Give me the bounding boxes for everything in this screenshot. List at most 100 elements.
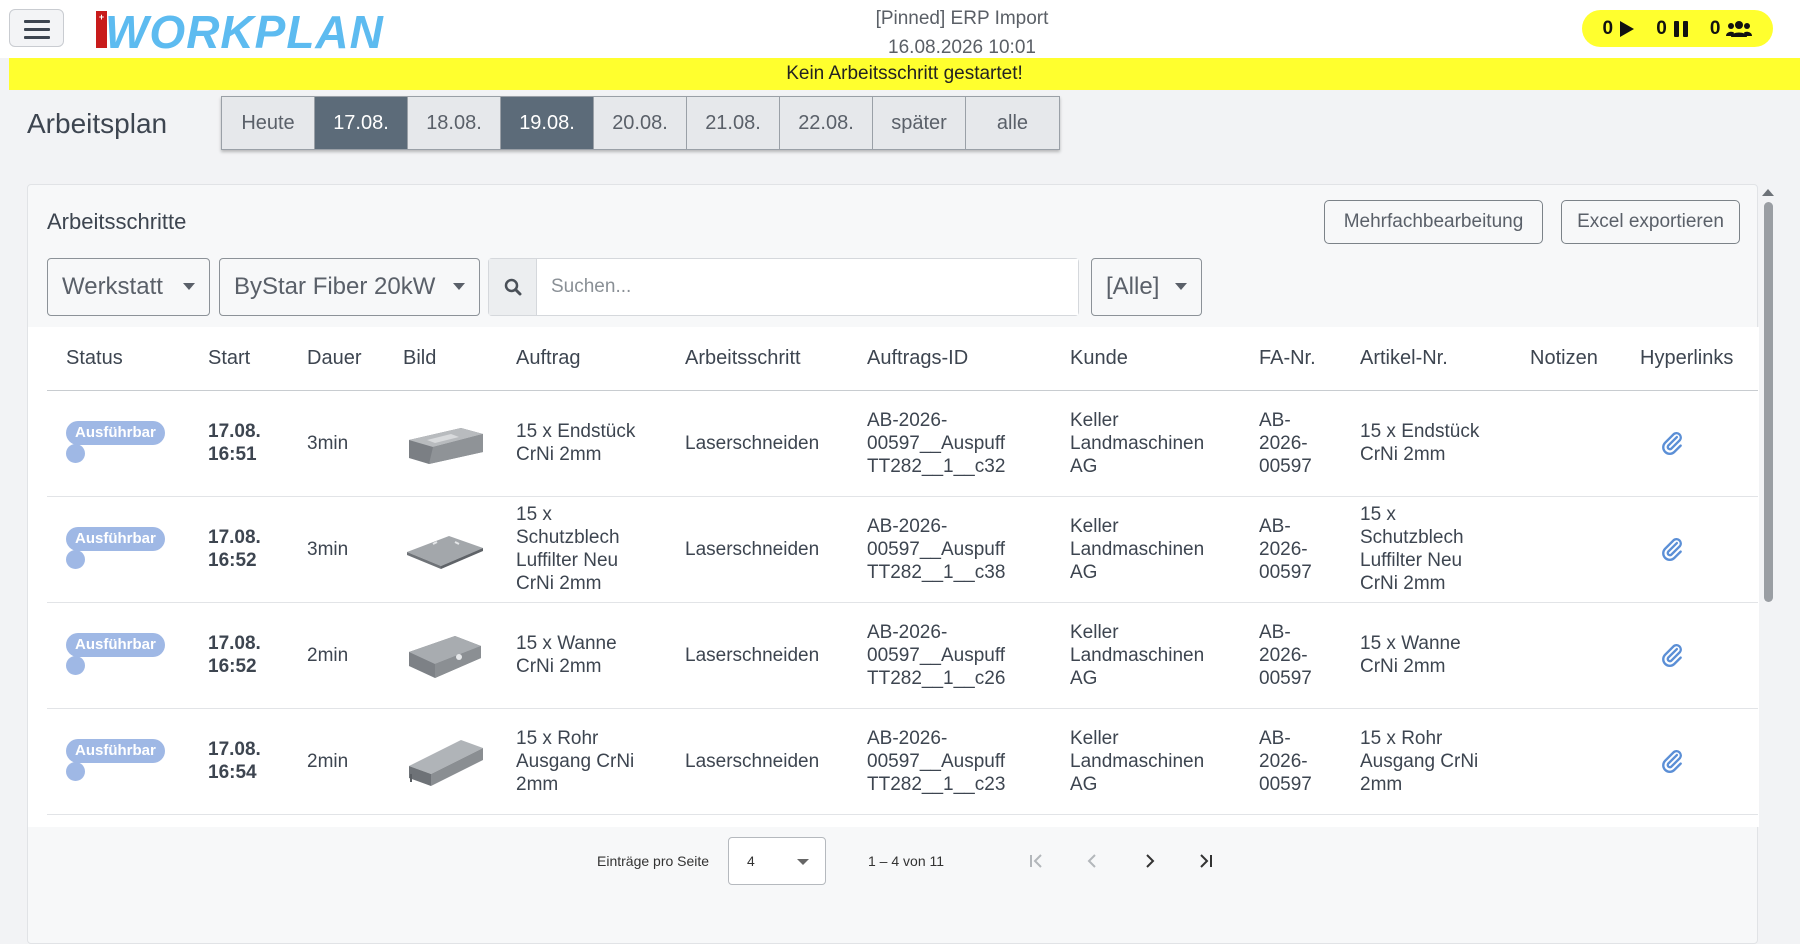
order-line: CrNi 2mm: [516, 444, 602, 465]
work-step-cell: Laserschneiden: [685, 750, 820, 772]
card-title: Arbeitsschritte: [47, 209, 187, 234]
date-tab-18-08[interactable]: 18.08.: [408, 97, 501, 149]
start-time: 16:51: [208, 444, 257, 465]
column-header-notes[interactable]: Notizen: [1530, 327, 1598, 390]
date-tab-later[interactable]: später: [873, 97, 966, 149]
fa-number-cell: AB- 2026- 00597: [1259, 390, 1312, 496]
order-line: CrNi 2mm: [516, 573, 602, 594]
paused-count: 0: [1656, 17, 1667, 39]
column-header-fa-number[interactable]: FA-Nr.: [1259, 327, 1316, 390]
per-page-value: 4: [747, 853, 755, 869]
column-header-start[interactable]: Start: [208, 327, 250, 390]
status-dot: [66, 444, 85, 463]
column-header-duration[interactable]: Dauer: [307, 327, 361, 390]
first-page-icon: [1030, 854, 1042, 868]
fa-number-cell: AB- 2026- 00597: [1259, 708, 1312, 814]
date-tab-all[interactable]: alle: [966, 97, 1059, 149]
customer-cell: Keller Landmaschinen AG: [1070, 390, 1204, 496]
table-row[interactable]: Ausführbar 17.08. 16:52 2min 15 x Wanne Cr…: [47, 602, 1758, 709]
date-tab-today[interactable]: Heute: [222, 97, 315, 149]
order-cell: 15 x Rohr Ausgang CrNi 2mm: [516, 708, 634, 814]
work-step-cell: Laserschneiden: [685, 644, 820, 666]
date-tab-20-08[interactable]: 20.08.: [594, 97, 687, 149]
fa-number-cell: AB- 2026- 00597: [1259, 602, 1312, 708]
part-thumbnail-tray[interactable]: [403, 626, 487, 684]
column-header-status[interactable]: Status: [66, 327, 123, 390]
column-header-article-number[interactable]: Artikel-Nr.: [1360, 327, 1448, 390]
article-line: CrNi 2mm: [1360, 656, 1446, 677]
column-header-order-id[interactable]: Auftrags-ID: [867, 327, 968, 390]
article-number-cell: 15 x Wanne CrNi 2mm: [1360, 602, 1461, 708]
order-id-line: TT282__1__c38: [867, 561, 1006, 583]
order-id-line: AB-2026-: [867, 409, 948, 431]
customer-cell: Keller Landmaschinen AG: [1070, 602, 1204, 708]
per-page-select[interactable]: 4: [728, 837, 826, 885]
fa-line: 00597: [1259, 455, 1312, 477]
date-tab-22-08[interactable]: 22.08.: [780, 97, 873, 149]
customer-line: Keller: [1070, 727, 1119, 749]
duration-cell: 3min: [307, 538, 349, 560]
fa-line: 00597: [1259, 773, 1312, 795]
column-header-work-step[interactable]: Arbeitsschritt: [685, 327, 801, 390]
part-thumbnail-protective-plate[interactable]: [403, 520, 487, 578]
users-icon: [1726, 20, 1753, 37]
scroll-up-arrow-icon[interactable]: [1762, 189, 1774, 196]
order-id-cell: AB-2026- 00597__Auspuff TT282__1__c38: [867, 496, 1005, 602]
first-page-button[interactable]: [1017, 841, 1057, 881]
search-icon: [489, 259, 537, 315]
app-logo[interactable]: + WORKPLAN: [96, 4, 383, 58]
column-header-order[interactable]: Auftrag: [516, 327, 580, 390]
part-thumbnail-end-piece[interactable]: [403, 414, 487, 472]
article-line: 2mm: [1360, 773, 1403, 795]
order-id-cell: AB-2026- 00597__Auspuff TT282__1__c23: [867, 708, 1005, 814]
play-icon: [1620, 20, 1635, 37]
running-status: 0: [1603, 18, 1636, 40]
article-number-cell: 15 x Endstück CrNi 2mm: [1360, 390, 1479, 496]
location-select[interactable]: Werkstatt: [47, 258, 210, 316]
column-header-customer[interactable]: Kunde: [1070, 327, 1128, 390]
multi-edit-button[interactable]: Mehrfachbearbeitung: [1324, 200, 1543, 244]
last-page-button[interactable]: [1185, 841, 1225, 881]
activity-status-pill[interactable]: 0 0 0: [1582, 10, 1773, 47]
status-dot: [66, 656, 85, 675]
order-id-line: AB-2026-: [867, 727, 948, 749]
article-line: Ausgang CrNi: [1360, 750, 1479, 772]
column-header-hyperlinks[interactable]: Hyperlinks: [1640, 327, 1733, 390]
article-line: 15 x Endstück: [1360, 421, 1480, 442]
excel-export-button[interactable]: Excel exportieren: [1561, 200, 1740, 244]
order-cell: 15 x Schutzblech Luffilter Neu CrNi 2mm: [516, 496, 620, 602]
app-name: WORKPLAN: [105, 6, 384, 58]
duration-cell: 2min: [307, 644, 349, 666]
column-header-image[interactable]: Bild: [403, 327, 436, 390]
paperclip-icon[interactable]: [1659, 642, 1685, 668]
start-date: 17.08.: [208, 421, 261, 442]
table-row[interactable]: Ausführbar 17.08. 16:54 2min 15 x Rohr Aus…: [47, 708, 1758, 815]
chevron-down-icon: [1175, 283, 1187, 290]
date-tab-17-08[interactable]: 17.08.: [315, 97, 408, 149]
order-id-cell: AB-2026- 00597__Auspuff TT282__1__c26: [867, 602, 1005, 708]
customer-cell: Keller Landmaschinen AG: [1070, 496, 1204, 602]
machine-select-value: ByStar Fiber 20kW: [234, 273, 436, 300]
hamburger-menu-button[interactable]: [9, 9, 64, 47]
paperclip-icon[interactable]: [1659, 748, 1685, 774]
order-line: CrNi 2mm: [516, 656, 602, 677]
next-page-button[interactable]: [1129, 841, 1169, 881]
date-tab-19-08[interactable]: 19.08.: [501, 97, 594, 149]
machine-select[interactable]: ByStar Fiber 20kW: [219, 258, 480, 316]
date-tab-21-08[interactable]: 21.08.: [687, 97, 780, 149]
previous-page-button[interactable]: [1073, 841, 1113, 881]
paperclip-icon[interactable]: [1659, 536, 1685, 562]
fa-line: AB-: [1259, 515, 1291, 537]
order-line: 15 x Rohr: [516, 727, 599, 749]
table-row[interactable]: Ausführbar 17.08. 16:51 3min 15 x Endstüc…: [47, 390, 1758, 497]
search-input[interactable]: [537, 259, 1078, 315]
order-id-line: 00597__Auspuff: [867, 644, 1006, 666]
part-thumbnail-pipe-outlet[interactable]: [403, 732, 487, 790]
status-banner: Kein Arbeitsschritt gestartet!: [9, 58, 1800, 90]
scrollbar-thumb[interactable]: [1764, 202, 1773, 602]
status-filter-select[interactable]: [Alle]: [1091, 258, 1202, 316]
paperclip-icon[interactable]: [1659, 430, 1685, 456]
table-row[interactable]: Ausführbar 17.08. 16:52 3min 15 x Schutzbl…: [47, 496, 1758, 603]
status-filter-value: [Alle]: [1106, 273, 1160, 300]
customer-cell: Keller Landmaschinen AG: [1070, 708, 1204, 814]
